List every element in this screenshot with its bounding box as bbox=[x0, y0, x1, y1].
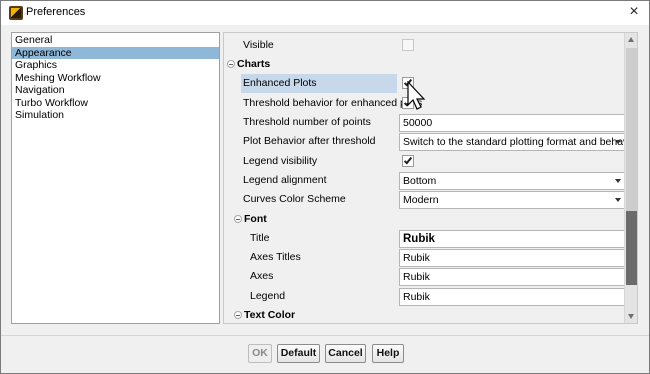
legend-alignment-label: Legend alignment bbox=[243, 174, 327, 186]
property-panel: Visible Charts Enhanced Plots Threshold … bbox=[223, 32, 638, 324]
curves-color-scheme-dropdown[interactable]: Modern bbox=[399, 191, 627, 209]
scroll-down-icon[interactable] bbox=[626, 310, 637, 323]
cancel-button[interactable]: Cancel bbox=[325, 344, 366, 363]
mouse-pointer-icon bbox=[407, 81, 426, 110]
window-title: Preferences bbox=[26, 6, 86, 18]
charts-section-header[interactable]: Charts bbox=[224, 55, 625, 74]
category-item-appearance[interactable]: Appearance bbox=[12, 46, 219, 59]
legend-visibility-row: Legend visibility bbox=[224, 152, 625, 171]
legend-alignment-dropdown[interactable]: Bottom bbox=[399, 172, 627, 190]
legend-visibility-label: Legend visibility bbox=[243, 155, 318, 167]
font-title-row: Title Rubik bbox=[224, 229, 627, 248]
font-legend-label: Legend bbox=[250, 290, 286, 302]
category-list[interactable]: General Appearance Graphics Meshing Work… bbox=[11, 32, 220, 324]
visible-row: Visible bbox=[224, 36, 625, 55]
collapse-icon[interactable] bbox=[234, 311, 242, 319]
text-color-section-header[interactable]: Text Color bbox=[224, 306, 625, 323]
legend-alignment-row: Legend alignment Bottom bbox=[224, 171, 627, 190]
preferences-dialog: Preferences × General Appearance Graphic… bbox=[0, 0, 650, 374]
font-title-label: Title bbox=[250, 232, 270, 244]
collapse-icon[interactable] bbox=[227, 60, 235, 68]
chevron-down-icon bbox=[615, 179, 621, 183]
font-title-field[interactable]: Rubik bbox=[399, 230, 627, 248]
category-item-graphics[interactable]: Graphics bbox=[12, 59, 219, 72]
category-item-navigation[interactable]: Navigation bbox=[12, 84, 219, 97]
curves-color-scheme-value: Modern bbox=[403, 194, 439, 206]
footer-divider bbox=[1, 335, 649, 336]
threshold-points-input[interactable]: 50000 bbox=[399, 114, 627, 132]
collapse-icon[interactable] bbox=[234, 215, 242, 223]
visible-label: Visible bbox=[243, 39, 274, 51]
charts-heading: Charts bbox=[237, 58, 271, 70]
category-item-simulation[interactable]: Simulation bbox=[12, 109, 219, 122]
font-axes-titles-field[interactable]: Rubik bbox=[399, 249, 627, 267]
help-button[interactable]: Help bbox=[372, 344, 404, 363]
font-axes-field[interactable]: Rubik bbox=[399, 268, 627, 286]
scroll-track[interactable] bbox=[626, 48, 637, 211]
title-bar: Preferences × bbox=[1, 1, 649, 25]
legend-alignment-value: Bottom bbox=[403, 175, 437, 187]
visible-checkbox[interactable] bbox=[402, 39, 414, 51]
threshold-points-row: Threshold number of points 50000 bbox=[224, 113, 627, 132]
legend-visibility-checkbox[interactable] bbox=[402, 155, 414, 167]
font-legend-row: Legend Rubik bbox=[224, 287, 627, 306]
vertical-scrollbar[interactable] bbox=[624, 33, 637, 323]
default-button[interactable]: Default bbox=[277, 344, 320, 363]
enhanced-plots-label: Enhanced Plots bbox=[241, 74, 397, 93]
curves-color-scheme-row: Curves Color Scheme Modern bbox=[224, 190, 627, 209]
curves-color-scheme-label: Curves Color Scheme bbox=[243, 193, 346, 205]
font-axes-titles-label: Axes Titles bbox=[250, 251, 301, 263]
app-logo-icon bbox=[9, 6, 23, 20]
plot-behavior-value: Switch to the standard plotting format a… bbox=[403, 136, 627, 148]
font-heading: Font bbox=[244, 213, 267, 225]
font-legend-field[interactable]: Rubik bbox=[399, 288, 627, 306]
font-axes-label: Axes bbox=[250, 270, 274, 282]
threshold-points-label: Threshold number of points bbox=[243, 116, 371, 128]
threshold-behavior-label: Threshold behavior for enhanced plots bbox=[243, 97, 423, 109]
plot-behavior-label: Plot Behavior after threshold bbox=[243, 135, 376, 147]
chevron-down-icon bbox=[615, 140, 621, 144]
category-item-meshing-workflow[interactable]: Meshing Workflow bbox=[12, 72, 219, 85]
category-item-turbo-workflow[interactable]: Turbo Workflow bbox=[12, 97, 219, 110]
close-icon[interactable]: × bbox=[623, 3, 645, 23]
font-section-header[interactable]: Font bbox=[224, 210, 625, 229]
text-color-heading: Text Color bbox=[244, 309, 296, 321]
ok-button[interactable]: OK bbox=[248, 344, 272, 363]
scroll-thumb[interactable] bbox=[626, 211, 637, 285]
chevron-down-icon bbox=[615, 198, 621, 202]
plot-behavior-row: Plot Behavior after threshold Switch to … bbox=[224, 132, 627, 151]
category-item-general[interactable]: General bbox=[12, 34, 219, 47]
scroll-up-icon[interactable] bbox=[626, 33, 637, 46]
font-axes-row: Axes Rubik bbox=[224, 267, 627, 286]
plot-behavior-dropdown[interactable]: Switch to the standard plotting format a… bbox=[399, 133, 627, 151]
check-icon bbox=[403, 155, 413, 165]
font-axes-titles-row: Axes Titles Rubik bbox=[224, 248, 627, 267]
